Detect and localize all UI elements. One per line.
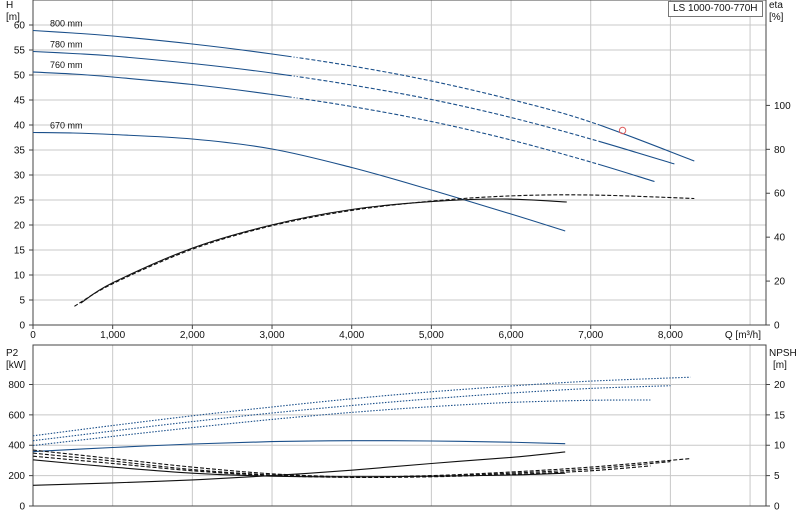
- x-axis-label: Q [m³/h]: [725, 330, 761, 341]
- x-tick-label: 6,000: [499, 330, 524, 341]
- y2-tick-label: 15: [774, 410, 786, 421]
- y2-tick-label: 20: [774, 380, 786, 391]
- chart-panel-1: 0510152025303540455055600204060801000 1,0…: [6, 0, 791, 341]
- chart-panel-2: 0 200 400 600 800 0 5 10 15 20 P2[kW] NPSH[m]: [6, 344, 797, 513]
- y-tick-label: 400: [8, 441, 25, 452]
- y-tick-label: 25: [14, 196, 26, 207]
- x-tick-label: 3,000: [260, 330, 285, 341]
- y2-tick-label: 0: [774, 321, 780, 332]
- y-tick-label: 800: [8, 380, 25, 391]
- y2-tick-label: 20: [774, 277, 786, 288]
- y-tick-label: 600: [8, 410, 25, 421]
- y2-axis-label: eta: [769, 0, 783, 11]
- x-tick-label: 4,000: [339, 330, 364, 341]
- y-tick-label: 30: [14, 171, 26, 182]
- y-tick-label: 15: [14, 246, 26, 257]
- series-label: 780 mm: [50, 40, 83, 50]
- series-label: 670 mm: [50, 121, 83, 131]
- y2-tick-label: 60: [774, 189, 786, 200]
- plot-area: [33, 0, 766, 325]
- y-tick-label: 45: [14, 96, 26, 107]
- y-axis-label: H: [6, 0, 13, 11]
- y-axis-unit: [m]: [6, 12, 20, 23]
- y-tick-label: 10: [14, 271, 26, 282]
- x-tick-label: 1,000: [100, 330, 125, 341]
- pump-curve-chart: 0 5 10 15 20 25 30 35 40 45 50 55 60 0 20 40 60 80 100 0 1,0…: [0, 0, 800, 520]
- model-label: LS 1000-700-770H: [668, 1, 763, 17]
- y2-tick-label: 100: [774, 101, 791, 112]
- y2-tick-label: 40: [774, 233, 786, 244]
- series-label: 760 mm: [50, 60, 83, 70]
- y-tick-label: 40: [14, 121, 26, 132]
- x-tick-label: 2,000: [180, 330, 205, 341]
- y-axis-label: P2: [6, 348, 19, 359]
- y-tick-label: 55: [14, 46, 26, 57]
- y-tick-label: 20: [14, 221, 26, 232]
- x-tick-label: 0: [30, 330, 36, 341]
- y2-tick-label: 5: [774, 471, 780, 482]
- series-label: 800 mm: [50, 19, 83, 29]
- y-tick-label: 50: [14, 71, 26, 82]
- x-tick-label: 5,000: [419, 330, 444, 341]
- y2-tick-label: 80: [774, 145, 786, 156]
- pump-performance-chart-svg: 0510152025303540455055600204060801000 1,0…: [6, 0, 797, 513]
- y2-tick-label: 10: [774, 441, 786, 452]
- y2-axis-unit: [%]: [769, 12, 784, 23]
- x-tick-label: 8,000: [658, 330, 683, 341]
- y2-axis-unit: [m]: [773, 360, 787, 371]
- y-tick-label: 200: [8, 471, 25, 482]
- y-axis-unit: [kW]: [6, 360, 26, 371]
- y2-axis-label: NPSH: [769, 348, 797, 359]
- y2-tick-label: 0: [774, 502, 780, 513]
- y-tick-label: 0: [19, 321, 25, 332]
- y-tick-label: 0: [19, 502, 25, 513]
- x-tick-label: 7,000: [578, 330, 603, 341]
- y-tick-label: 5: [19, 296, 25, 307]
- y-tick-label: 35: [14, 146, 26, 157]
